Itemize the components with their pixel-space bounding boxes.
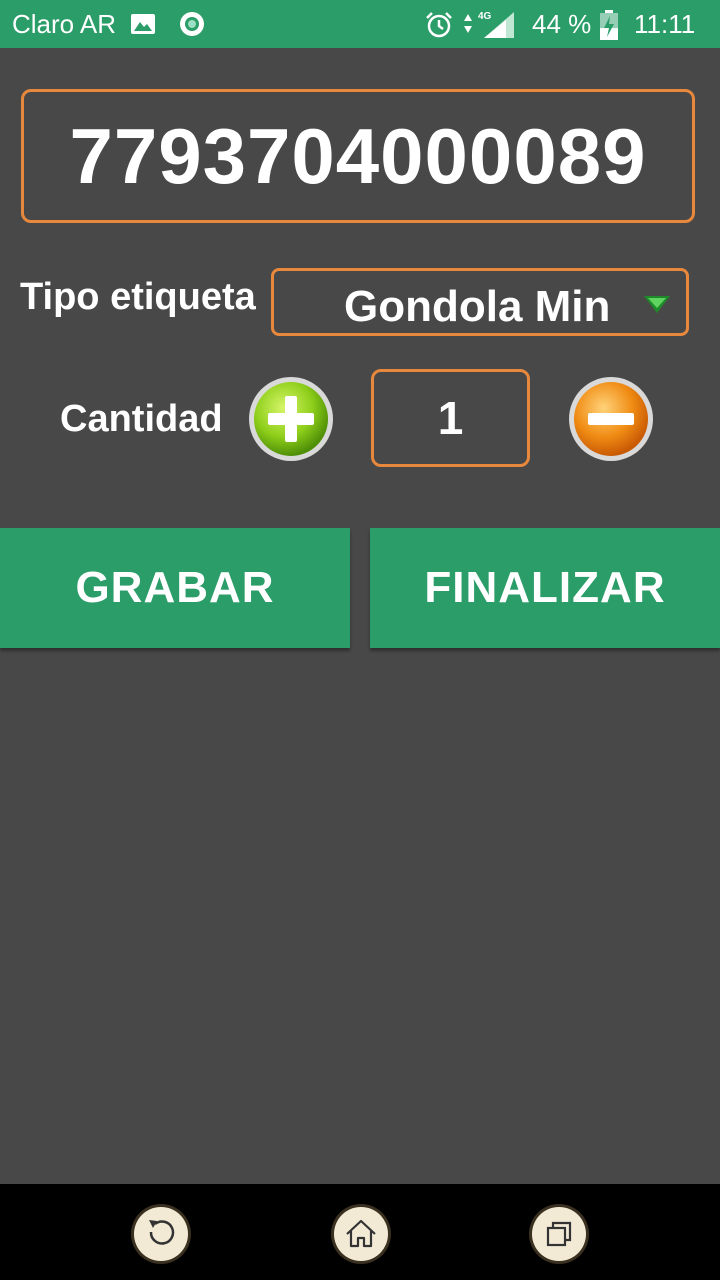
navigation-bar [0, 1184, 720, 1280]
network-type-label: 4G [478, 11, 492, 22]
barcode-input[interactable]: 7793704000089 [21, 89, 695, 223]
finish-button[interactable]: FINALIZAR [370, 528, 720, 648]
label-type-label: Tipo etiqueta [20, 276, 256, 318]
increment-button[interactable] [246, 374, 336, 464]
quantity-value: 1 [437, 392, 464, 444]
barcode-value: 7793704000089 [69, 111, 647, 200]
status-bar: Claro AR 4G 44 % 11:11 [0, 0, 720, 48]
minus-icon [588, 413, 634, 425]
recent-apps-icon[interactable] [527, 1202, 591, 1266]
image-icon [131, 14, 155, 34]
home-icon[interactable] [329, 1202, 393, 1266]
battery-percent: 44 % [532, 9, 592, 39]
alarm-icon [426, 12, 452, 38]
decrement-button[interactable] [566, 374, 656, 464]
back-icon[interactable] [129, 1202, 193, 1266]
dropdown-arrow-icon [644, 296, 670, 313]
clock: 11:11 [634, 9, 696, 39]
save-button[interactable]: GRABAR [0, 528, 350, 648]
label-type-selected: Gondola Min [344, 282, 611, 331]
battery-charging-icon [600, 10, 618, 40]
label-type-dropdown[interactable]: Gondola Min [271, 268, 689, 336]
data-signal-icon: 4G [464, 11, 514, 38]
quantity-input[interactable]: 1 [371, 369, 530, 467]
carrier-name: Claro AR [12, 9, 117, 39]
record-circle-icon [180, 12, 204, 36]
quantity-label: Cantidad [60, 398, 223, 440]
